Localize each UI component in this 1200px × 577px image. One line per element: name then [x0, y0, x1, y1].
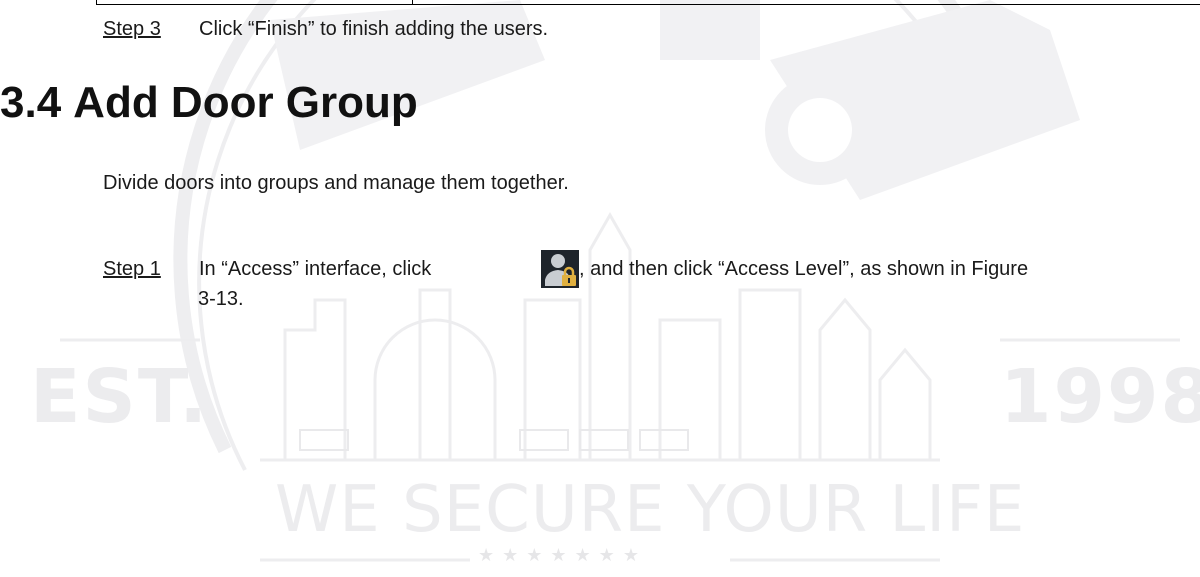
person-lock-icon — [541, 250, 579, 288]
step-3-text: Click “Finish” to finish adding the user… — [199, 18, 549, 40]
intro-paragraph: Divide doors into groups and manage them… — [103, 172, 569, 194]
document-page: Step 3 Click “Finish” to finish adding t… — [0, 0, 1200, 572]
section-title: Add Door Group — [73, 78, 418, 127]
step-1-line: Step 1 In “Access” interface, click , an… — [103, 254, 1103, 284]
step-1-text-before-icon: In “Access” interface, click — [199, 258, 432, 280]
table-column-divider — [412, 0, 413, 5]
section-number: 3.4 — [0, 78, 62, 127]
table-bottom-border — [96, 0, 1200, 5]
step-1-text-after-icon: , and then click “Access Level”, as show… — [579, 258, 1029, 280]
step-1-continuation: 3-13. — [198, 288, 244, 310]
step-3-label: Step 3 — [103, 18, 161, 40]
step-3-line: Step 3 Click “Finish” to finish adding t… — [103, 14, 1103, 44]
section-heading: 3.4 Add Door Group — [0, 76, 418, 130]
step-1-label: Step 1 — [103, 258, 161, 280]
